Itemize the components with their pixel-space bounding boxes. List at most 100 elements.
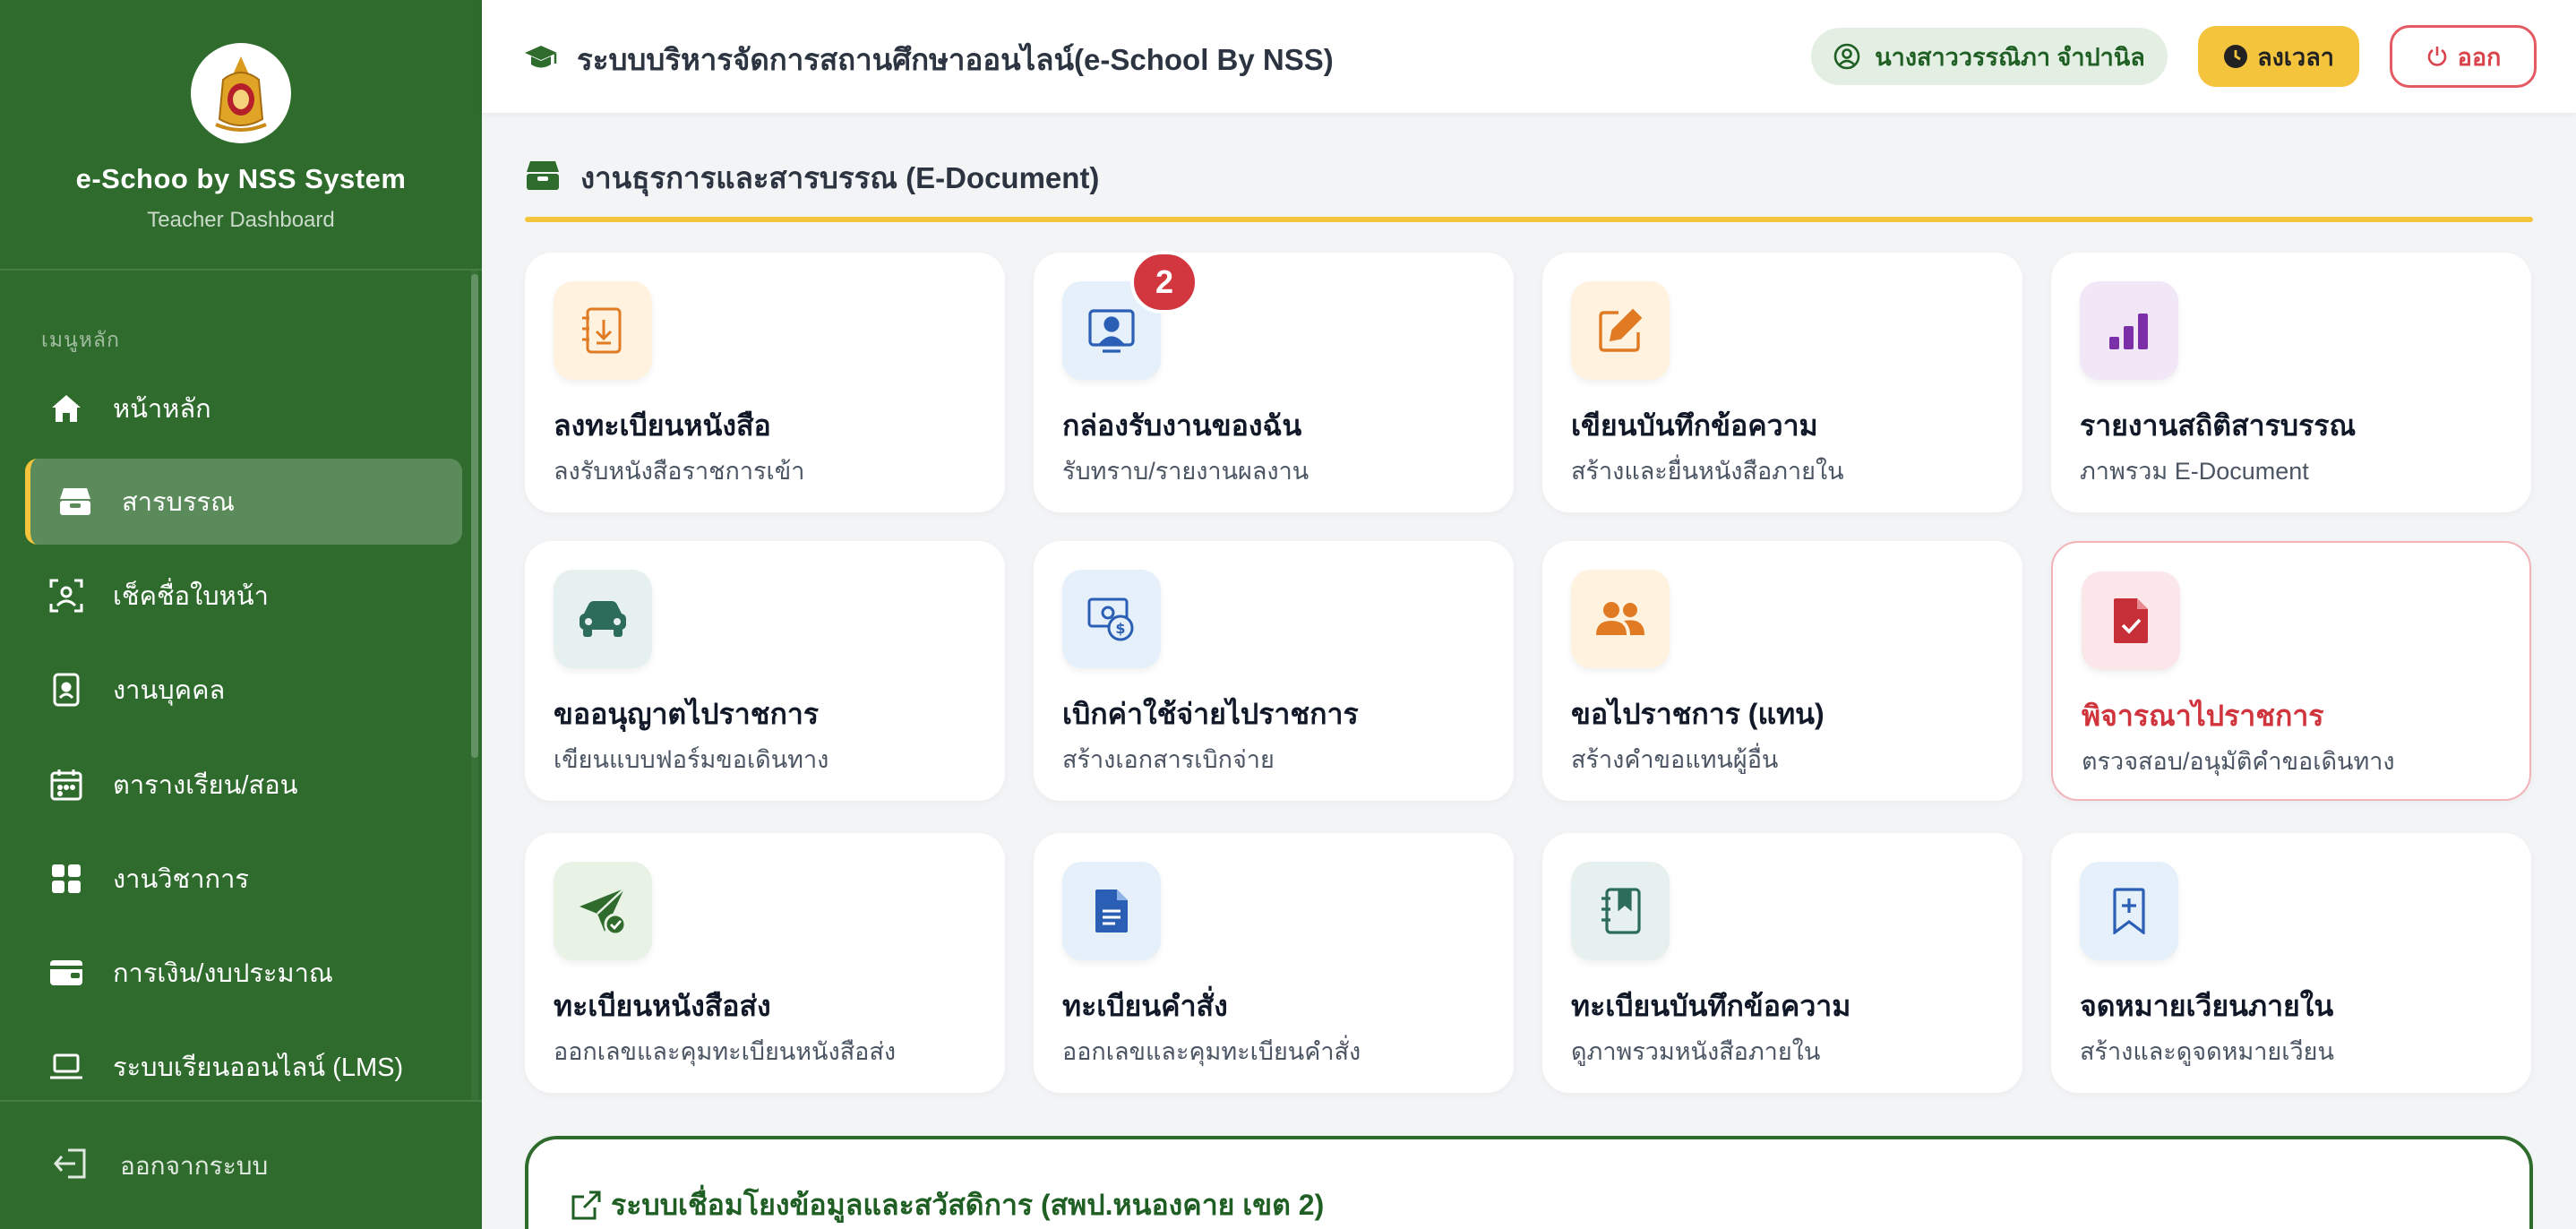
car-icon — [554, 570, 652, 668]
card-subtitle: สร้างเอกสารเบิกจ่าย — [1062, 746, 1275, 773]
sidebar-scroll-thumb[interactable] — [471, 274, 478, 758]
bar-chart-icon — [2080, 281, 2178, 380]
card-title: ขอไปราชการ (แทน) — [1571, 698, 1825, 730]
card-subtitle: ออกเลขและคุมทะเบียนหนังสือส่ง — [554, 1038, 897, 1065]
card-internal-circular[interactable]: จดหมายเวียนภายใน สร้างและดูจดหมายเวียน — [2051, 833, 2531, 1093]
card-subtitle: ตรวจสอบ/อนุมัติคำขอเดินทาง — [2082, 748, 2395, 775]
sidebar-item-face-check[interactable]: เช็คชื่อใบหน้า — [25, 553, 462, 639]
sidebar-item-timetable[interactable]: ตารางเรียน/สอน — [25, 742, 462, 828]
logout-button[interactable]: ออกจากระบบ — [54, 1147, 268, 1186]
grid-icon — [48, 861, 84, 897]
card-travel-permission[interactable]: ขออนุญาตไปราชการ เขียนแบบฟอร์มขอเดินทาง — [525, 541, 1005, 801]
logout-area: ออกจากระบบ — [0, 1100, 482, 1229]
sidebar-item-label: ตารางเรียน/สอน — [113, 771, 298, 800]
section-title: งานธุรการและสารบรรณ (E-Document) — [525, 154, 1099, 202]
card-my-inbox[interactable]: กล่องรับงานของฉัน รับทราบ/รายงานผลงาน — [1034, 253, 1514, 512]
card-outgoing-register[interactable]: ทะเบียนหนังสือส่ง ออกเลขและคุมทะเบียนหนั… — [525, 833, 1005, 1093]
card-subtitle: สร้างและยื่นหนังสือภายใน — [1571, 458, 1844, 485]
card-subtitle: รับทราบ/รายงานผลงาน — [1062, 458, 1309, 485]
card-subtitle: ภาพรวม E-Document — [2080, 458, 2309, 485]
brand-subtitle: Teacher Dashboard — [147, 208, 335, 232]
bookmark-plus-icon — [2080, 862, 2178, 960]
sidebar-item-lms[interactable]: ระบบเรียนออนไลน์ (LMS) — [25, 1024, 462, 1110]
topbar: ระบบบริหารจัดการสถานศึกษาออนไลน์(e-Schoo… — [482, 0, 2576, 113]
graduation-cap-icon — [523, 42, 559, 78]
sign-out-icon — [54, 1148, 90, 1184]
card-travel-approval[interactable]: พิจารณาไปราชการ ตรวจสอบ/อนุมัติคำขอเดินท… — [2051, 541, 2531, 801]
card-title: เบิกค่าใช้จ่ายไปราชการ — [1062, 698, 1359, 730]
clock-in-label: ลงเวลา — [2257, 43, 2334, 71]
card-subtitle: สร้างคำขอแทนผู้อื่น — [1571, 746, 1779, 773]
external-link-icon — [570, 1190, 602, 1222]
sidebar-item-saraban[interactable]: สารบรรณ — [25, 459, 462, 545]
card-travel-expense[interactable]: $ เบิกค่าใช้จ่ายไปราชการ สร้างเอกสารเบิก… — [1034, 541, 1514, 801]
app-title: ระบบบริหารจัดการสถานศึกษาออนไลน์(e-Schoo… — [523, 36, 1334, 83]
menu-heading: เมนูหลัก — [41, 328, 120, 351]
money-icon: $ — [1062, 570, 1161, 668]
file-check-icon — [2082, 572, 2180, 670]
inbox-box-icon — [525, 159, 562, 197]
section-title-text: งานธุรการและสารบรรณ (E-Document) — [580, 161, 1100, 194]
notification-badge: 2 — [1130, 251, 1198, 314]
sidebar-item-label: งานวิชาการ — [113, 865, 249, 894]
brand: e-Schoo by NSS System Teacher Dashboard — [0, 0, 482, 271]
section-divider — [525, 217, 2533, 222]
card-memo-register[interactable]: ทะเบียนบันทึกข้อความ ดูภาพรวมหนังสือภายใ… — [1542, 833, 2022, 1093]
card-title: ทะเบียนบันทึกข้อความ — [1571, 990, 1851, 1022]
card-register-document[interactable]: ลงทะเบียนหนังสือ ลงรับหนังสือราชการเข้า — [525, 253, 1005, 512]
clock-in-button[interactable]: ลงเวลา — [2198, 26, 2359, 87]
sidebar-item-label: งานบุคคล — [113, 676, 226, 705]
card-title: พิจารณาไปราชการ — [2082, 700, 2324, 732]
logout-label: ออกจากระบบ — [120, 1152, 269, 1180]
sidebar-item-label: เช็คชื่อใบหน้า — [113, 582, 269, 611]
card-saraban-statistics[interactable]: รายงานสถิติสารบรรณ ภาพรวม E-Document — [2051, 253, 2531, 512]
card-subtitle: ลงรับหนังสือราชการเข้า — [554, 458, 805, 485]
sidebar-item-finance[interactable]: การเงิน/งบประมาณ — [25, 930, 462, 1016]
sidebar-item-label: การเงิน/งบประมาณ — [113, 959, 333, 988]
linked-system-title-text: ระบบเชื่อมโยงข้อมูลและสวัสดิการ (สพป.หนอ… — [611, 1189, 1325, 1221]
wallet-icon — [48, 955, 84, 991]
clock-icon — [2223, 44, 2248, 69]
user-circle-icon — [1833, 43, 1860, 70]
card-title: กล่องรับงานของฉัน — [1062, 409, 1302, 442]
card-title: เขียนบันทึกข้อความ — [1571, 409, 1818, 442]
exit-label: ออก — [2457, 43, 2502, 71]
sidebar-item-home[interactable]: หน้าหลัก — [25, 365, 462, 451]
document-import-icon — [554, 281, 652, 380]
card-order-register[interactable]: ทะเบียนคำสั่ง ออกเลขและคุมทะเบียนคำสั่ง — [1034, 833, 1514, 1093]
face-scan-icon — [48, 578, 84, 614]
linked-system-panel: ระบบเชื่อมโยงข้อมูลและสวัสดิการ (สพป.หนอ… — [525, 1136, 2533, 1229]
id-badge-icon — [48, 672, 84, 708]
sidebar: e-Schoo by NSS System Teacher Dashboard … — [0, 0, 482, 1229]
sidebar-item-label: หน้าหลัก — [113, 395, 211, 424]
card-title: ทะเบียนคำสั่ง — [1062, 990, 1228, 1022]
file-text-icon — [1062, 862, 1161, 960]
sidebar-item-personnel[interactable]: งานบุคคล — [25, 647, 462, 733]
sidebar-item-label: สารบรรณ — [122, 488, 236, 517]
card-title: ทะเบียนหนังสือส่ง — [554, 990, 771, 1022]
user-profile-pill[interactable]: นางสาววรรณิภา จำปานิล — [1811, 28, 2168, 85]
card-subtitle: เขียนแบบฟอร์มขอเดินทาง — [554, 746, 829, 773]
card-subtitle: ดูภาพรวมหนังสือภายใน — [1571, 1038, 1821, 1065]
card-travel-on-behalf[interactable]: ขอไปราชการ (แทน) สร้างคำขอแทนผู้อื่น — [1542, 541, 2022, 801]
send-check-icon — [554, 862, 652, 960]
school-emblem-logo — [191, 43, 291, 143]
linked-system-title[interactable]: ระบบเชื่อมโยงข้อมูลและสวัสดิการ (สพป.หนอ… — [570, 1182, 1324, 1228]
sidebar-item-label: ระบบเรียนออนไลน์ (LMS) — [113, 1053, 404, 1082]
card-subtitle: สร้างและดูจดหมายเวียน — [2080, 1038, 2334, 1065]
users-icon — [1571, 570, 1670, 668]
svg-text:$: $ — [1115, 620, 1125, 637]
notebook-icon — [1571, 862, 1670, 960]
power-icon — [2426, 45, 2449, 68]
user-name: นางสาววรรณิภา จำปานิล — [1875, 43, 2145, 71]
brand-title: e-Schoo by NSS System — [75, 163, 407, 194]
card-title: ขออนุญาตไปราชการ — [554, 698, 820, 730]
exit-button[interactable]: ออก — [2390, 25, 2537, 88]
card-title: จดหมายเวียนภายใน — [2080, 990, 2334, 1022]
laptop-icon — [48, 1049, 84, 1085]
inbox-box-icon — [57, 484, 93, 520]
sidebar-item-academic[interactable]: งานวิชาการ — [25, 836, 462, 922]
calendar-icon — [48, 767, 84, 803]
card-title: ลงทะเบียนหนังสือ — [554, 409, 771, 442]
card-write-memo[interactable]: เขียนบันทึกข้อความ สร้างและยื่นหนังสือภา… — [1542, 253, 2022, 512]
